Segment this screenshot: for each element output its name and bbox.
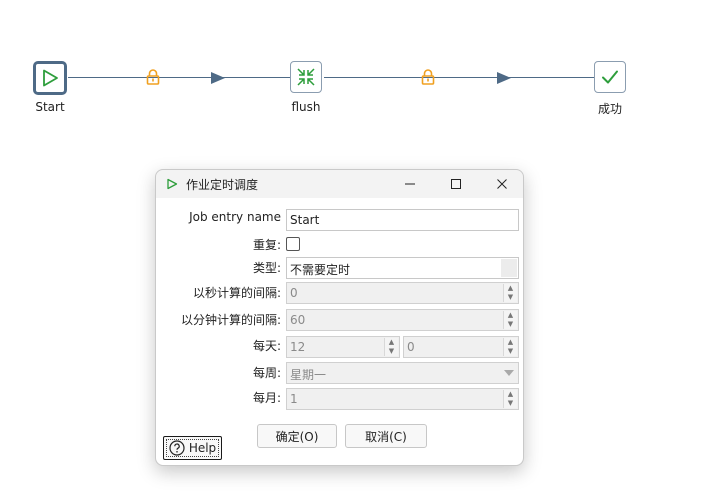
chevron-up-icon: ▲ bbox=[388, 338, 395, 346]
maximize-button[interactable] bbox=[438, 170, 474, 198]
chevron-down-icon: ▼ bbox=[388, 347, 395, 355]
spinner-arrows[interactable]: ▲ ▼ bbox=[503, 390, 517, 408]
minimize-button[interactable] bbox=[392, 170, 428, 198]
chevron-down-icon: ▼ bbox=[507, 399, 514, 407]
daily-minute-spinner[interactable]: 0 ▲ ▼ bbox=[403, 336, 519, 358]
job-schedule-dialog: 作业定时调度 Job entry name Start 重复: 类型: 不需要定… bbox=[155, 169, 524, 466]
job-entry-name-label: Job entry name bbox=[189, 210, 281, 224]
daily-hour-spinner[interactable]: 12 ▲ ▼ bbox=[286, 336, 400, 358]
monthly-value: 1 bbox=[290, 392, 298, 406]
flush-node[interactable] bbox=[290, 61, 322, 93]
interval-minutes-spinner[interactable]: 60 ▲ ▼ bbox=[286, 309, 519, 331]
collapse-arrows-icon bbox=[297, 68, 315, 86]
spinner-arrows[interactable]: ▲ ▼ bbox=[503, 284, 517, 302]
weekly-select[interactable]: 星期一 bbox=[286, 362, 519, 384]
weekly-select-value: 星期一 bbox=[290, 368, 327, 382]
close-button[interactable] bbox=[484, 170, 520, 198]
start-node[interactable] bbox=[33, 61, 67, 95]
interval-minutes-label: 以分钟计算的间隔: bbox=[180, 313, 281, 327]
success-node-label: 成功 bbox=[597, 102, 622, 116]
arrow-icon bbox=[497, 72, 511, 84]
success-node[interactable] bbox=[594, 61, 626, 93]
daily-label: 每天: bbox=[252, 339, 281, 353]
type-label: 类型: bbox=[252, 261, 281, 275]
start-node-label: Start bbox=[35, 100, 65, 114]
repeat-checkbox[interactable] bbox=[286, 237, 300, 251]
monthly-label: 每月: bbox=[252, 391, 281, 405]
interval-seconds-value: 0 bbox=[290, 286, 298, 300]
chevron-down-icon bbox=[504, 370, 514, 376]
job-canvas[interactable]: Start flush 成功 bbox=[0, 0, 704, 160]
hop-flush-success[interactable] bbox=[324, 77, 594, 78]
job-entry-name-input[interactable]: Start bbox=[286, 209, 519, 231]
spinner-arrows[interactable]: ▲ ▼ bbox=[384, 338, 398, 356]
arrow-icon bbox=[211, 72, 225, 84]
spinner-arrows[interactable]: ▲ ▼ bbox=[503, 338, 517, 356]
type-select[interactable]: 不需要定时 bbox=[286, 257, 519, 279]
lock-icon bbox=[146, 69, 160, 85]
daily-minute-value: 0 bbox=[407, 340, 415, 354]
repeat-label: 重复: bbox=[252, 238, 281, 252]
interval-seconds-spinner[interactable]: 0 ▲ ▼ bbox=[286, 282, 519, 304]
weekly-label: 每周: bbox=[252, 366, 281, 380]
daily-hour-value: 12 bbox=[290, 340, 306, 354]
play-icon bbox=[167, 178, 178, 190]
play-icon bbox=[43, 69, 58, 87]
hop-start-flush[interactable] bbox=[68, 77, 290, 78]
flush-node-label: flush bbox=[291, 100, 321, 114]
monthly-spinner[interactable]: 1 ▲ ▼ bbox=[286, 388, 519, 410]
help-button-label: Help bbox=[188, 441, 217, 455]
ok-button[interactable]: 确定(O) bbox=[257, 424, 337, 448]
checkmark-icon bbox=[602, 70, 618, 84]
dialog-title: 作业定时调度 bbox=[186, 178, 259, 192]
chevron-down-icon: ▼ bbox=[507, 293, 514, 301]
type-select-dropdown[interactable] bbox=[501, 259, 517, 277]
chevron-up-icon: ▲ bbox=[507, 390, 514, 398]
close-icon bbox=[497, 179, 507, 189]
chevron-down-icon: ▼ bbox=[507, 347, 514, 355]
chevron-down-icon: ▼ bbox=[507, 320, 514, 328]
spinner-arrows[interactable]: ▲ ▼ bbox=[503, 311, 517, 329]
chevron-up-icon: ▲ bbox=[507, 311, 514, 319]
maximize-icon bbox=[451, 179, 461, 189]
help-button[interactable]: Help bbox=[163, 436, 222, 460]
chevron-up-icon: ▲ bbox=[507, 338, 514, 346]
interval-minutes-value: 60 bbox=[290, 313, 306, 327]
interval-seconds-label: 以秒计算的间隔: bbox=[192, 286, 281, 300]
dialog-titlebar[interactable]: 作业定时调度 bbox=[156, 170, 523, 198]
type-select-value: 不需要定时 bbox=[290, 263, 351, 277]
lock-icon bbox=[421, 69, 435, 85]
minimize-icon bbox=[405, 183, 415, 185]
help-icon bbox=[169, 440, 185, 456]
chevron-up-icon: ▲ bbox=[507, 284, 514, 292]
cancel-button[interactable]: 取消(C) bbox=[345, 424, 427, 448]
dialog-body bbox=[156, 198, 523, 465]
